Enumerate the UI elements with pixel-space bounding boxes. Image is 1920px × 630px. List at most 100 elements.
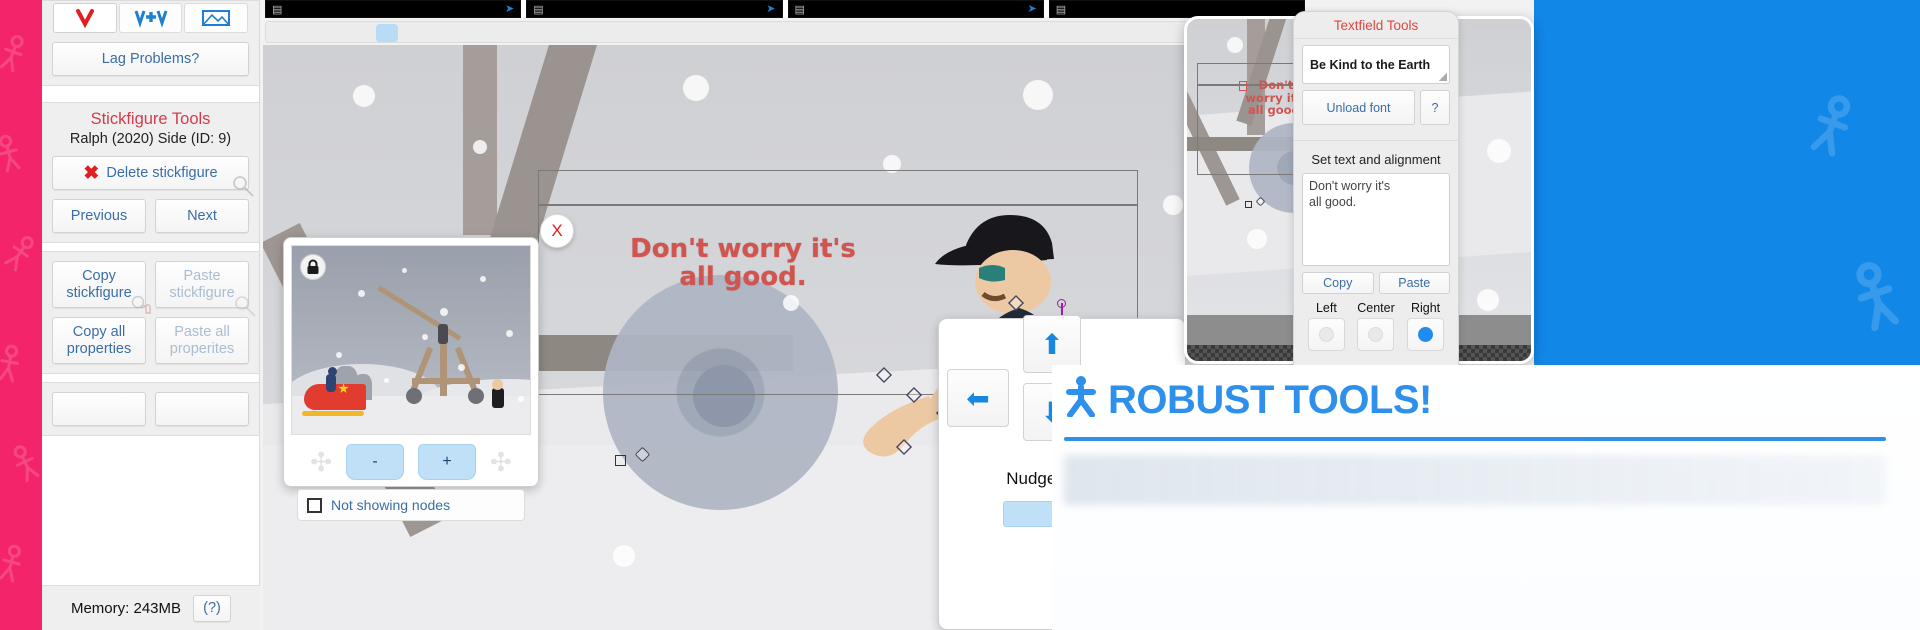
snowflake bbox=[506, 330, 513, 337]
snowflake bbox=[358, 290, 365, 297]
banner-divider bbox=[1064, 437, 1886, 441]
extra-button-left[interactable] bbox=[52, 392, 146, 426]
align-right-label: Right bbox=[1410, 301, 1441, 315]
font-name-field[interactable]: Be Kind to the Earth bbox=[1302, 45, 1450, 84]
close-preview-label: X bbox=[551, 221, 563, 240]
stickfigure-tools-panel: Stickfigure Tools Ralph (2020) Side (ID:… bbox=[42, 102, 259, 243]
paste-all-properties-button[interactable]: Paste all properites bbox=[155, 317, 249, 364]
paste-text-button[interactable]: Paste bbox=[1378, 272, 1450, 294]
trebuchet bbox=[377, 285, 486, 404]
copy-paste-row-2: Copy all properties Paste all properites bbox=[52, 317, 249, 364]
frame-arrow-icon: ➤ bbox=[1027, 3, 1037, 15]
snowflake bbox=[1023, 80, 1053, 110]
nudge-left-button[interactable]: ⬅ bbox=[947, 369, 1009, 427]
timeline-scrollbar[interactable] bbox=[265, 21, 1305, 43]
close-preview-button[interactable]: X bbox=[540, 214, 574, 248]
snowflake bbox=[473, 140, 487, 154]
snowflake bbox=[1477, 289, 1499, 311]
help-label: (?) bbox=[203, 600, 221, 616]
font-help-button[interactable]: ? bbox=[1420, 90, 1450, 125]
not-showing-nodes-checkbox[interactable]: Not showing nodes bbox=[297, 489, 525, 521]
sleigh-rider-head bbox=[328, 367, 337, 376]
align-center-radio[interactable] bbox=[1357, 318, 1395, 351]
copy-stickfigure-label: Copy stickfigure bbox=[66, 267, 132, 301]
align-option-left[interactable]: Left bbox=[1302, 301, 1351, 351]
timeline-frame[interactable]: ▤ ➤ bbox=[265, 0, 522, 18]
previous-button[interactable]: Previous bbox=[52, 199, 146, 233]
timeline-scroll-thumb[interactable] bbox=[376, 24, 398, 42]
frame-layer-icon: ▤ bbox=[272, 4, 283, 16]
align-option-center[interactable]: Center bbox=[1352, 301, 1401, 351]
banner-title: ROBUST TOOLS! bbox=[1108, 377, 1432, 422]
frame-arrow-icon: ➤ bbox=[766, 3, 776, 15]
alignment-radio-group: Left Center Right bbox=[1302, 301, 1450, 351]
snowflake bbox=[384, 378, 389, 383]
extra-button-right[interactable] bbox=[155, 392, 249, 426]
align-left-label: Left bbox=[1315, 301, 1337, 315]
previous-label: Previous bbox=[70, 208, 128, 224]
radio-dot-icon bbox=[1318, 327, 1334, 342]
zoom-out-button[interactable]: - bbox=[346, 444, 404, 480]
copy-text-button[interactable]: Copy bbox=[1302, 272, 1374, 294]
next-label: Next bbox=[187, 208, 217, 224]
not-showing-nodes-label: Not showing nodes bbox=[331, 497, 451, 513]
banner-blurred-text bbox=[1064, 455, 1886, 505]
stickfigure-pattern-icon bbox=[0, 0, 42, 630]
sleigh-rider bbox=[326, 374, 336, 392]
unload-font-button[interactable]: Unload font bbox=[1302, 90, 1415, 125]
snowflake bbox=[336, 352, 342, 358]
arrow-up-icon: ⬆ bbox=[1040, 328, 1064, 360]
move-arrows-icon[interactable]: ✣ bbox=[310, 447, 332, 478]
font-name-value: Be Kind to the Earth bbox=[1310, 57, 1431, 72]
paste-all-properties-label: Paste all properites bbox=[169, 323, 235, 357]
align-option-right[interactable]: Right bbox=[1401, 301, 1450, 351]
help-button[interactable]: (?) bbox=[193, 594, 232, 622]
scene-preview-canvas[interactable] bbox=[291, 245, 531, 435]
copy-all-properties-button[interactable]: Copy all properties bbox=[52, 317, 146, 364]
copy-stickfigure-button[interactable]: Copy stickfigure bbox=[52, 261, 146, 308]
delete-stickfigure-button[interactable]: ✖ Delete stickfigure bbox=[52, 156, 249, 190]
align-left-radio[interactable] bbox=[1307, 318, 1345, 351]
move-arrows-icon[interactable]: ✣ bbox=[490, 447, 512, 478]
canvas-node-square bbox=[1245, 201, 1252, 208]
font-help-label: ? bbox=[1431, 100, 1439, 115]
paste-stickfigure-button[interactable]: Paste stickfigure bbox=[155, 261, 249, 308]
font-section: Be Kind to the Earth Unload font ? bbox=[1294, 38, 1458, 134]
angle-tool-icon[interactable] bbox=[53, 3, 117, 33]
frame-layer-icon: ▤ bbox=[794, 4, 805, 16]
timeline-filmstrip[interactable]: ▤ ➤ ▤ ➤ ▤ ➤ ▤ bbox=[265, 0, 1305, 18]
unload-font-label: Unload font bbox=[1326, 100, 1391, 115]
zoom-in-button[interactable]: + bbox=[418, 444, 476, 480]
app-root: Lag Problems? Stickfigure Tools Ralph (2… bbox=[0, 0, 1920, 630]
scene-preview-popup[interactable]: X ✣ - + ✣ Not showing nodes bbox=[283, 214, 574, 521]
status-bar: Memory: 243MB (?) bbox=[42, 585, 260, 630]
mini-stickfigure bbox=[492, 388, 504, 408]
snowflake bbox=[402, 268, 407, 273]
snowflake bbox=[613, 545, 635, 567]
textfield-text-input[interactable]: Don't worry it's all good. bbox=[1302, 173, 1450, 266]
sleigh-rail bbox=[302, 411, 364, 416]
lock-icon[interactable] bbox=[300, 254, 326, 280]
background-image-icon[interactable] bbox=[184, 3, 249, 33]
align-right-radio[interactable] bbox=[1407, 318, 1445, 351]
stickfigure-id-label: Ralph (2020) Side (ID: 9) bbox=[69, 131, 232, 147]
copy-all-properties-label: Copy all properties bbox=[66, 323, 132, 357]
checkbox-icon[interactable] bbox=[307, 497, 322, 513]
frame-layer-icon: ▤ bbox=[533, 4, 544, 16]
move-stickfigure-icon[interactable] bbox=[118, 3, 183, 33]
extra-buttons-panel bbox=[42, 382, 259, 436]
resize-grip-icon[interactable] bbox=[1439, 73, 1447, 81]
timeline-frame[interactable]: ▤ ➤ bbox=[787, 0, 1044, 18]
lag-problems-button[interactable]: Lag Problems? bbox=[52, 42, 249, 76]
prev-next-row: Previous Next bbox=[52, 199, 249, 233]
snowflake bbox=[518, 396, 524, 402]
limb-handle[interactable] bbox=[1057, 299, 1066, 308]
next-button[interactable]: Next bbox=[155, 199, 249, 233]
banner-title-row: ROBUST TOOLS! bbox=[1064, 373, 1886, 427]
paste-stickfigure-label: Paste stickfigure bbox=[169, 267, 235, 301]
timeline-frame[interactable]: ▤ ➤ bbox=[526, 0, 783, 18]
canvas-node-square[interactable] bbox=[615, 455, 626, 466]
copy-paste-panel: Copy stickfigure Paste stickfigure Copy … bbox=[42, 251, 259, 374]
stickfigure-tools-title: Stickfigure Tools bbox=[90, 110, 211, 128]
delete-stickfigure-label: Delete stickfigure bbox=[106, 165, 218, 181]
